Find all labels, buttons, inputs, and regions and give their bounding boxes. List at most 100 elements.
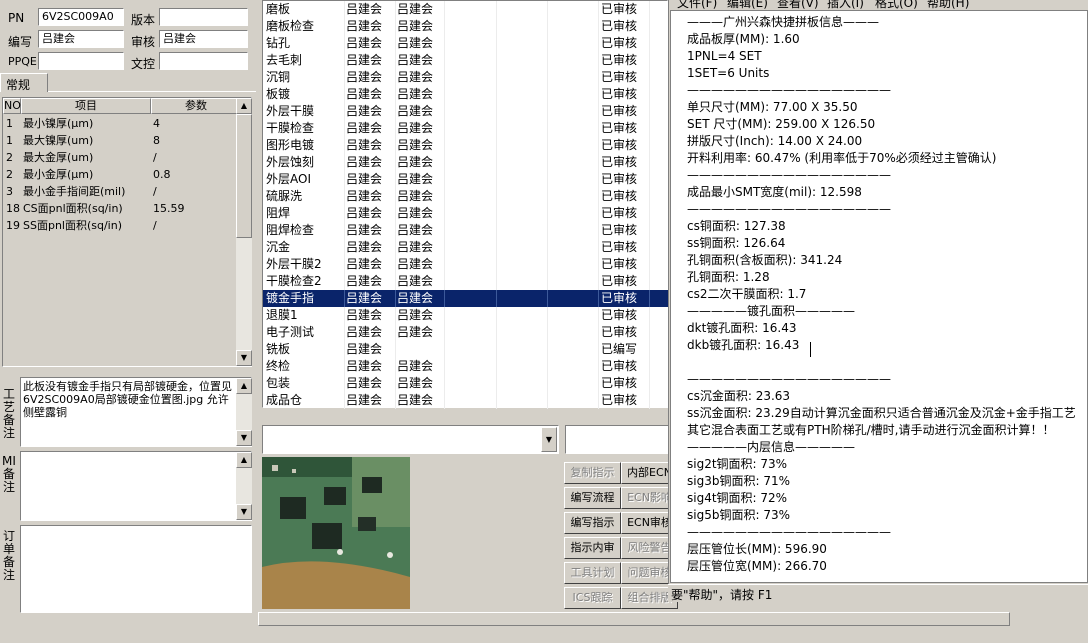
process-row[interactable]: 电子测试 吕建会 吕建会 已审核 xyxy=(263,324,669,341)
table-row[interactable]: 2 最小金厚(μm) 0.8 xyxy=(3,166,241,183)
grid-line xyxy=(344,103,345,120)
copy-instruction-button[interactable]: 复制指示 xyxy=(564,462,621,484)
write-flow-button[interactable]: 编写流程 xyxy=(564,487,621,509)
process-row[interactable]: 终检 吕建会 吕建会 已审核 xyxy=(263,358,669,375)
mi-note-scrollbar[interactable]: ▲ ▼ xyxy=(236,452,252,520)
grid-line xyxy=(496,188,497,205)
col-header-no[interactable]: NO xyxy=(3,98,21,114)
scroll-thumb[interactable] xyxy=(236,114,252,238)
step-writer: 吕建会 xyxy=(346,19,383,33)
doc-control-field[interactable] xyxy=(159,52,248,70)
param-item: 最小金厚(μm) xyxy=(23,168,94,181)
step-writer: 吕建会 xyxy=(346,104,383,118)
grid-line xyxy=(547,18,548,35)
menu-format[interactable]: 格式(O) xyxy=(875,0,918,10)
process-row[interactable]: 磨板 吕建会 吕建会 已审核 xyxy=(263,1,669,18)
pn-field[interactable]: 6V2SC009A0 xyxy=(38,8,124,26)
table-row[interactable]: 1 最大镍厚(um) 8 xyxy=(3,132,241,149)
info-line: 成品板厚(MM): 1.60 xyxy=(687,32,800,46)
order-note-text[interactable] xyxy=(20,525,252,613)
review-field[interactable]: 吕建会 xyxy=(159,30,248,48)
col-header-item[interactable]: 项目 xyxy=(21,98,151,114)
scroll-up-icon[interactable]: ▲ xyxy=(236,98,252,114)
process-row[interactable]: 镀金手指 吕建会 吕建会 已审核 xyxy=(263,290,669,307)
grid-line xyxy=(649,290,650,307)
step-reviewer: 吕建会 xyxy=(397,104,434,118)
process-row[interactable]: 磨板检查 吕建会 吕建会 已审核 xyxy=(263,18,669,35)
ppqe-field[interactable] xyxy=(38,52,124,70)
scroll-down-icon[interactable]: ▼ xyxy=(236,430,252,446)
grid-line xyxy=(649,69,650,86)
process-note-scrollbar[interactable]: ▲ ▼ xyxy=(236,378,252,446)
scroll-up-icon[interactable]: ▲ xyxy=(236,452,252,468)
grid-line xyxy=(444,86,445,103)
step-name: 干膜检查 xyxy=(266,121,315,135)
grid-line xyxy=(444,375,445,392)
instruction-internal-review-button[interactable]: 指示内审 xyxy=(564,537,621,559)
process-row[interactable]: 沉铜 吕建会 吕建会 已审核 xyxy=(263,69,669,86)
process-row[interactable]: 外层AOI 吕建会 吕建会 已审核 xyxy=(263,171,669,188)
info-line: ss沉金面积: 23.29自动计算沉金面积只适合普通沉金及沉金+金手指工艺 xyxy=(687,406,1076,420)
process-row[interactable]: 干膜检查2 吕建会 吕建会 已审核 xyxy=(263,273,669,290)
write-instruction-button[interactable]: 编写指示 xyxy=(564,512,621,534)
process-row[interactable]: 去毛刺 吕建会 吕建会 已审核 xyxy=(263,52,669,69)
table-row[interactable]: 19 SS面pnl面积(sq/in) / xyxy=(3,217,241,234)
params-scrollbar[interactable]: ▲ ▼ xyxy=(236,98,252,366)
tab-general[interactable]: 常规 xyxy=(0,73,48,92)
process-row[interactable]: 硫脲洗 吕建会 吕建会 已审核 xyxy=(263,188,669,205)
grid-line xyxy=(344,52,345,69)
scroll-down-icon[interactable]: ▼ xyxy=(236,504,252,520)
panel-info-text[interactable]: ———广州兴森快捷拼板信息——— 成品板厚(MM): 1.60 1PNL=4 SET… xyxy=(670,10,1088,583)
col-header-value[interactable]: 参数 xyxy=(151,98,241,114)
scroll-down-icon[interactable]: ▼ xyxy=(236,350,252,366)
table-row[interactable]: 3 最小金手指间距(mil) / xyxy=(3,183,241,200)
chevron-down-icon[interactable]: ▼ xyxy=(541,427,557,452)
grid-line xyxy=(496,392,497,409)
process-row[interactable]: 包装 吕建会 吕建会 已审核 xyxy=(263,375,669,392)
process-row[interactable]: 退膜1 吕建会 吕建会 已审核 xyxy=(263,307,669,324)
ics-tracking-button[interactable]: ICS跟踪 xyxy=(564,587,621,609)
info-line: ———广州兴森快捷拼板信息——— xyxy=(687,15,880,29)
process-note-text[interactable]: 此板没有镀金手指只有局部镀硬金，位置见6V2SC009A0局部镀硬金位置图.jp… xyxy=(20,377,252,447)
tool-plan-button[interactable]: 工具计划 xyxy=(564,562,621,584)
info-line: 其它混合表面工艺或有PTH阶梯孔/槽时,请手动进行沉金面积计算！！ xyxy=(687,423,1055,437)
menu-help[interactable]: 帮助(H) xyxy=(927,0,969,10)
grid-line xyxy=(444,392,445,409)
process-row[interactable]: 成品仓 吕建会 吕建会 已审核 xyxy=(263,392,669,409)
table-row[interactable]: 1 最小镍厚(μm) 4 xyxy=(3,115,241,132)
step-name: 干膜检查2 xyxy=(266,274,322,288)
process-row[interactable]: 阻焊检查 吕建会 吕建会 已审核 xyxy=(263,222,669,239)
process-row[interactable]: 图形电镀 吕建会 吕建会 已审核 xyxy=(263,137,669,154)
step-writer: 吕建会 xyxy=(346,121,383,135)
author-field[interactable]: 吕建会 xyxy=(38,30,124,48)
grid-line xyxy=(649,358,650,375)
process-row[interactable]: 沉金 吕建会 吕建会 已审核 xyxy=(263,239,669,256)
mi-note-text[interactable] xyxy=(20,451,252,521)
step-status: 已审核 xyxy=(601,104,638,118)
menu-insert[interactable]: 插入(I) xyxy=(827,0,864,10)
process-row[interactable]: 外层干膜 吕建会 吕建会 已审核 xyxy=(263,103,669,120)
process-row[interactable]: 阻焊 吕建会 吕建会 已审核 xyxy=(263,205,669,222)
process-row[interactable]: 铣板 吕建会 已编写 xyxy=(263,341,669,358)
scroll-up-icon[interactable]: ▲ xyxy=(236,378,252,394)
process-combo[interactable]: ▼ xyxy=(262,425,559,454)
secondary-combo[interactable] xyxy=(565,425,669,454)
grid-line xyxy=(598,239,599,256)
grid-line xyxy=(344,307,345,324)
table-row[interactable]: 2 最大金厚(um) / xyxy=(3,149,241,166)
process-row[interactable]: 干膜检查 吕建会 吕建会 已审核 xyxy=(263,120,669,137)
grid-line xyxy=(598,35,599,52)
process-row[interactable]: 板镀 吕建会 吕建会 已审核 xyxy=(263,86,669,103)
grid-line xyxy=(649,324,650,341)
process-row[interactable]: 钻孔 吕建会 吕建会 已审核 xyxy=(263,35,669,52)
process-row[interactable]: 外层干膜2 吕建会 吕建会 已审核 xyxy=(263,256,669,273)
table-row[interactable]: 18 CS面pnl面积(sq/in) 15.59 xyxy=(3,200,241,217)
menu-view[interactable]: 查看(V) xyxy=(777,0,819,10)
version-field[interactable] xyxy=(159,8,248,26)
grid-line xyxy=(395,52,396,69)
step-name: 包装 xyxy=(266,376,291,390)
menu-edit[interactable]: 编辑(E) xyxy=(727,0,768,10)
process-row[interactable]: 外层蚀刻 吕建会 吕建会 已审核 xyxy=(263,154,669,171)
grid-line xyxy=(496,256,497,273)
menu-file[interactable]: 文件(F) xyxy=(677,0,717,10)
